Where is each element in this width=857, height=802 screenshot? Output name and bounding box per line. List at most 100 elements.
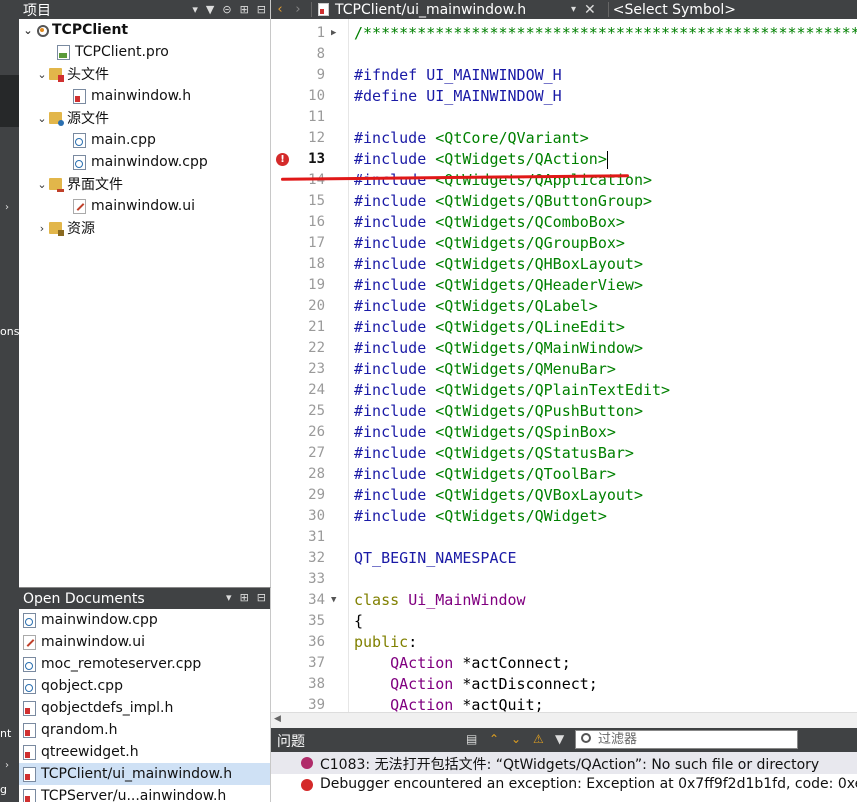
line-number: 32 (308, 550, 325, 566)
code-line[interactable]: 27 #include <QtWidgets/QStatusBar> (271, 443, 857, 464)
scroll-left-icon[interactable]: ◀ (274, 714, 281, 724)
mode-selected-indicator[interactable] (0, 75, 19, 127)
chevron-down-icon[interactable]: ⌄ (35, 112, 49, 125)
code-line[interactable]: 23 #include <QtWidgets/QMenuBar> (271, 359, 857, 380)
chevron-right-icon[interactable]: › (5, 202, 9, 213)
tree-item-file[interactable]: main.cpp (19, 129, 270, 151)
tree-item-project[interactable]: ⌄ TCPClient (19, 19, 270, 41)
mode-label-fragment[interactable]: ons (0, 325, 19, 338)
filter-icon[interactable]: ▼ (555, 732, 564, 746)
code-line[interactable]: 9 #ifndef UI_MAINWINDOW_H (271, 65, 857, 86)
symbol-selector[interactable]: <Select Symbol> (613, 2, 736, 18)
toolbar-divider (311, 2, 312, 17)
code-line[interactable]: 24 #include <QtWidgets/QPlainTextEdit> (271, 380, 857, 401)
code-line[interactable]: 28 #include <QtWidgets/QToolBar> (271, 464, 857, 485)
code-line[interactable]: 18 #include <QtWidgets/QHBoxLayout> (271, 254, 857, 275)
code-text: #include <QtWidgets/QVBoxLayout> (354, 486, 643, 504)
tree-item-label: TCPClient (52, 22, 129, 38)
back-arrow-icon[interactable]: ‹ (271, 2, 289, 17)
open-document-item[interactable]: qobjectdefs_impl.h (19, 697, 270, 719)
close-pane-icon[interactable]: ⊟ (257, 3, 266, 16)
open-document-item-selected[interactable]: TCPClient/ui_mainwindow.h (19, 763, 270, 785)
warning-toggle-icon[interactable]: ⚠ (533, 732, 544, 746)
error-marker-icon[interactable]: ! (276, 153, 289, 166)
code-line[interactable]: 13! #include <QtWidgets/QAction> (271, 149, 857, 170)
split-icon[interactable]: ⊞ (240, 591, 249, 604)
forward-arrow-icon[interactable]: › (289, 2, 307, 17)
open-document-item[interactable]: mainwindow.ui (19, 631, 270, 653)
code-line[interactable]: 32 QT_BEGIN_NAMESPACE (271, 548, 857, 569)
chevron-down-icon[interactable]: ▾ (571, 4, 576, 15)
open-document-item[interactable]: qrandom.h (19, 719, 270, 741)
view-dropdown-icon[interactable]: ▾ (192, 3, 198, 16)
build-issues-icon[interactable]: ▤ (466, 732, 477, 746)
tree-item-sources-folder[interactable]: ⌄ 源文件 (19, 107, 270, 129)
code-line[interactable]: 31 (271, 527, 857, 548)
mode-label-fragment[interactable]: nt (0, 727, 11, 740)
code-line[interactable]: 38 QAction *actDisconnect; (271, 674, 857, 695)
tree-item-pro-file[interactable]: TCPClient.pro (19, 41, 270, 63)
tree-item-file[interactable]: mainwindow.ui (19, 195, 270, 217)
code-line[interactable]: 25 #include <QtWidgets/QPushButton> (271, 401, 857, 422)
line-number: 37 (308, 655, 325, 671)
tree-item-resources-folder[interactable]: › 资源 (19, 217, 270, 239)
code-line[interactable]: 14#include <QtWidgets/QApplication> (271, 170, 857, 191)
mode-label-fragment[interactable]: g (0, 783, 7, 796)
tree-item-forms-folder[interactable]: ⌄ 界面文件 (19, 173, 270, 195)
code-line[interactable]: 17 #include <QtWidgets/QGroupBox> (271, 233, 857, 254)
code-line[interactable]: 19 #include <QtWidgets/QHeaderView> (271, 275, 857, 296)
code-line[interactable]: 11 (271, 107, 857, 128)
chevron-right-icon[interactable]: › (35, 222, 49, 235)
close-document-icon[interactable]: ✕ (584, 2, 596, 18)
code-line[interactable]: 16 #include <QtWidgets/QComboBox> (271, 212, 857, 233)
chevron-down-icon[interactable]: ⌄ (35, 68, 49, 81)
tree-item-headers-folder[interactable]: ⌄ 头文件 (19, 63, 270, 85)
code-line[interactable]: 21 #include <QtWidgets/QLineEdit> (271, 317, 857, 338)
project-pane: 项目 ▾ ▼ ⊝ ⊞ ⊟ ⌄ TCPClient TCPClient.pro ⌄… (19, 0, 271, 587)
code-line[interactable]: 1 ▶ /*************************************… (271, 23, 857, 44)
issue-row[interactable]: Debugger encountered an exception: Excep… (271, 774, 857, 796)
code-line[interactable]: 36 public: (271, 632, 857, 653)
chevron-down-icon[interactable]: ⌄ (21, 24, 35, 37)
chevron-right-icon[interactable]: › (5, 760, 9, 771)
open-document-item[interactable]: moc_remoteserver.cpp (19, 653, 270, 675)
code-text: #include <QtWidgets/QApplication> (354, 171, 653, 189)
code-editor[interactable]: 1 ▶ /*************************************… (271, 19, 857, 712)
code-line[interactable]: 22 #include <QtWidgets/QMainWindow> (271, 338, 857, 359)
chevron-down-icon[interactable]: ⌄ (35, 178, 49, 191)
resource-folder-icon (49, 222, 64, 236)
code-line[interactable]: 30 #include <QtWidgets/QWidget> (271, 506, 857, 527)
open-document-item[interactable]: qtreewidget.h (19, 741, 270, 763)
code-line[interactable]: 12 #include <QtCore/QVariant> (271, 128, 857, 149)
code-line[interactable]: 8 (271, 44, 857, 65)
open-document-item[interactable]: mainwindow.cpp (19, 609, 270, 631)
arrow-down-icon[interactable]: ⌄ (511, 732, 521, 746)
tree-item-file[interactable]: mainwindow.cpp (19, 151, 270, 173)
code-line[interactable]: 15 #include <QtWidgets/QButtonGroup> (271, 191, 857, 212)
tree-item-file[interactable]: mainwindow.h (19, 85, 270, 107)
view-dropdown-icon[interactable]: ▾ (226, 591, 232, 604)
code-line[interactable]: 33 (271, 569, 857, 590)
current-file-selector[interactable]: TCPClient/ui_mainwindow.h (335, 2, 571, 18)
code-line[interactable]: 34 ▼ class Ui_MainWindow (271, 590, 857, 611)
open-document-item[interactable]: qobject.cpp (19, 675, 270, 697)
code-line[interactable]: 20 #include <QtWidgets/QLabel> (271, 296, 857, 317)
horizontal-scrollbar[interactable]: ◀ (271, 712, 857, 728)
open-document-item[interactable]: TCPServer/u...ainwindow.h (19, 785, 270, 802)
code-line[interactable]: 10 #define UI_MAINWINDOW_H (271, 86, 857, 107)
code-line[interactable]: 29 #include <QtWidgets/QVBoxLayout> (271, 485, 857, 506)
fold-expanded-icon[interactable]: ▼ (331, 590, 336, 611)
code-line[interactable]: 26 #include <QtWidgets/QSpinBox> (271, 422, 857, 443)
ui-file-icon (23, 634, 36, 650)
code-line[interactable]: 37 QAction *actConnect; (271, 653, 857, 674)
issue-row[interactable]: C1083: 无法打开包括文件: “QtWidgets/QAction”: No… (271, 752, 857, 774)
issues-filter-input[interactable]: 过滤器 (575, 730, 798, 749)
close-pane-icon[interactable]: ⊟ (257, 591, 266, 604)
split-icon[interactable]: ⊞ (240, 3, 249, 16)
fold-collapsed-icon[interactable]: ▶ (331, 23, 336, 44)
filter-icon[interactable]: ▼ (206, 3, 214, 16)
code-line[interactable]: 39 QAction *actQuit; (271, 695, 857, 712)
arrow-up-icon[interactable]: ⌃ (489, 732, 499, 746)
link-icon[interactable]: ⊝ (222, 3, 231, 16)
code-line[interactable]: 35 { (271, 611, 857, 632)
